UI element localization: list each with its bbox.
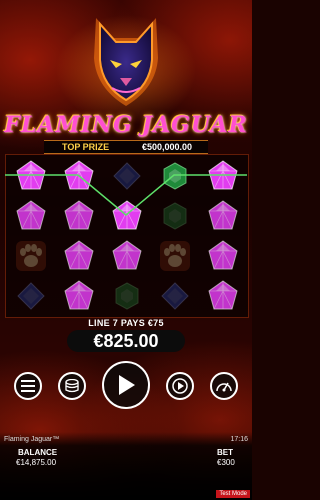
reel-cell — [199, 236, 247, 276]
green-gem-icon — [163, 202, 187, 230]
game-logo: FLAMING JAGUAR — [4, 112, 248, 138]
hamburger-icon — [21, 380, 35, 392]
reel-cell — [55, 276, 103, 316]
pink-gem-icon — [64, 200, 94, 230]
reel-cell — [151, 156, 199, 196]
bet-value: €300 — [217, 458, 235, 467]
reel-cell — [199, 156, 247, 196]
test-mode-badge: Test Mode — [216, 490, 250, 498]
blue-gem-icon — [161, 282, 189, 310]
balance-label: BALANCE — [18, 448, 58, 457]
bet-label: BET — [217, 448, 233, 457]
autoplay-icon — [172, 378, 188, 394]
top-prize-bar: TOP PRIZE €500,000.00 — [44, 140, 208, 154]
top-prize-label: TOP PRIZE — [62, 142, 110, 152]
reel-cell — [199, 276, 247, 316]
pink-gem-icon — [208, 200, 238, 230]
green-gem-icon — [115, 282, 139, 310]
blue-gem-icon — [17, 282, 45, 310]
pink-gem-icon — [208, 280, 238, 310]
paw-icon — [16, 241, 46, 271]
pink-gem-icon — [64, 160, 94, 190]
pink-gem-icon — [112, 200, 142, 230]
bet-button[interactable] — [58, 372, 86, 400]
clock: 17:16 — [230, 436, 248, 443]
coin-stack-icon — [65, 379, 79, 393]
reel-cell — [7, 196, 55, 236]
game-screen: FLAMING JAGUAR TOP PRIZE €500,000.00 LIN… — [0, 0, 252, 500]
blue-gem-icon — [113, 162, 141, 190]
reel-cell — [103, 236, 151, 276]
reel-grid — [5, 154, 249, 318]
reel-cell — [55, 196, 103, 236]
pink-gem-icon — [208, 160, 238, 190]
paw-icon — [160, 241, 190, 271]
reel-cell — [103, 196, 151, 236]
green-gem-icon — [163, 162, 187, 190]
reel-cell — [55, 156, 103, 196]
pink-gem-icon — [16, 200, 46, 230]
jaguar-emblem — [94, 18, 158, 106]
balance-value: €14,875.00 — [16, 458, 57, 467]
win-amount: €825.00 — [67, 330, 185, 352]
speedometer-icon — [216, 382, 232, 392]
spin-button[interactable] — [102, 361, 150, 409]
reel-cell — [151, 276, 199, 316]
pink-gem-icon — [208, 240, 238, 270]
reel-cell — [7, 236, 55, 276]
reel-cell — [7, 276, 55, 316]
pink-gem-icon — [64, 280, 94, 310]
reel-cell — [151, 196, 199, 236]
pink-gem-icon — [16, 160, 46, 190]
turbo-button[interactable] — [210, 372, 238, 400]
autoplay-button[interactable] — [166, 372, 194, 400]
reel-cell — [55, 236, 103, 276]
top-prize-value: €500,000.00 — [141, 142, 192, 152]
game-name: Flaming Jaguar™ — [4, 436, 60, 443]
line-win-text: LINE 7 PAYS €75 — [88, 318, 164, 328]
play-icon — [119, 375, 135, 395]
reel-cell — [103, 276, 151, 316]
menu-button[interactable] — [14, 372, 42, 400]
reel-cell — [7, 156, 55, 196]
reel-cell — [151, 236, 199, 276]
reel-cell — [199, 196, 247, 236]
pink-gem-icon — [112, 240, 142, 270]
reel-cell — [103, 156, 151, 196]
pink-gem-icon — [64, 240, 94, 270]
